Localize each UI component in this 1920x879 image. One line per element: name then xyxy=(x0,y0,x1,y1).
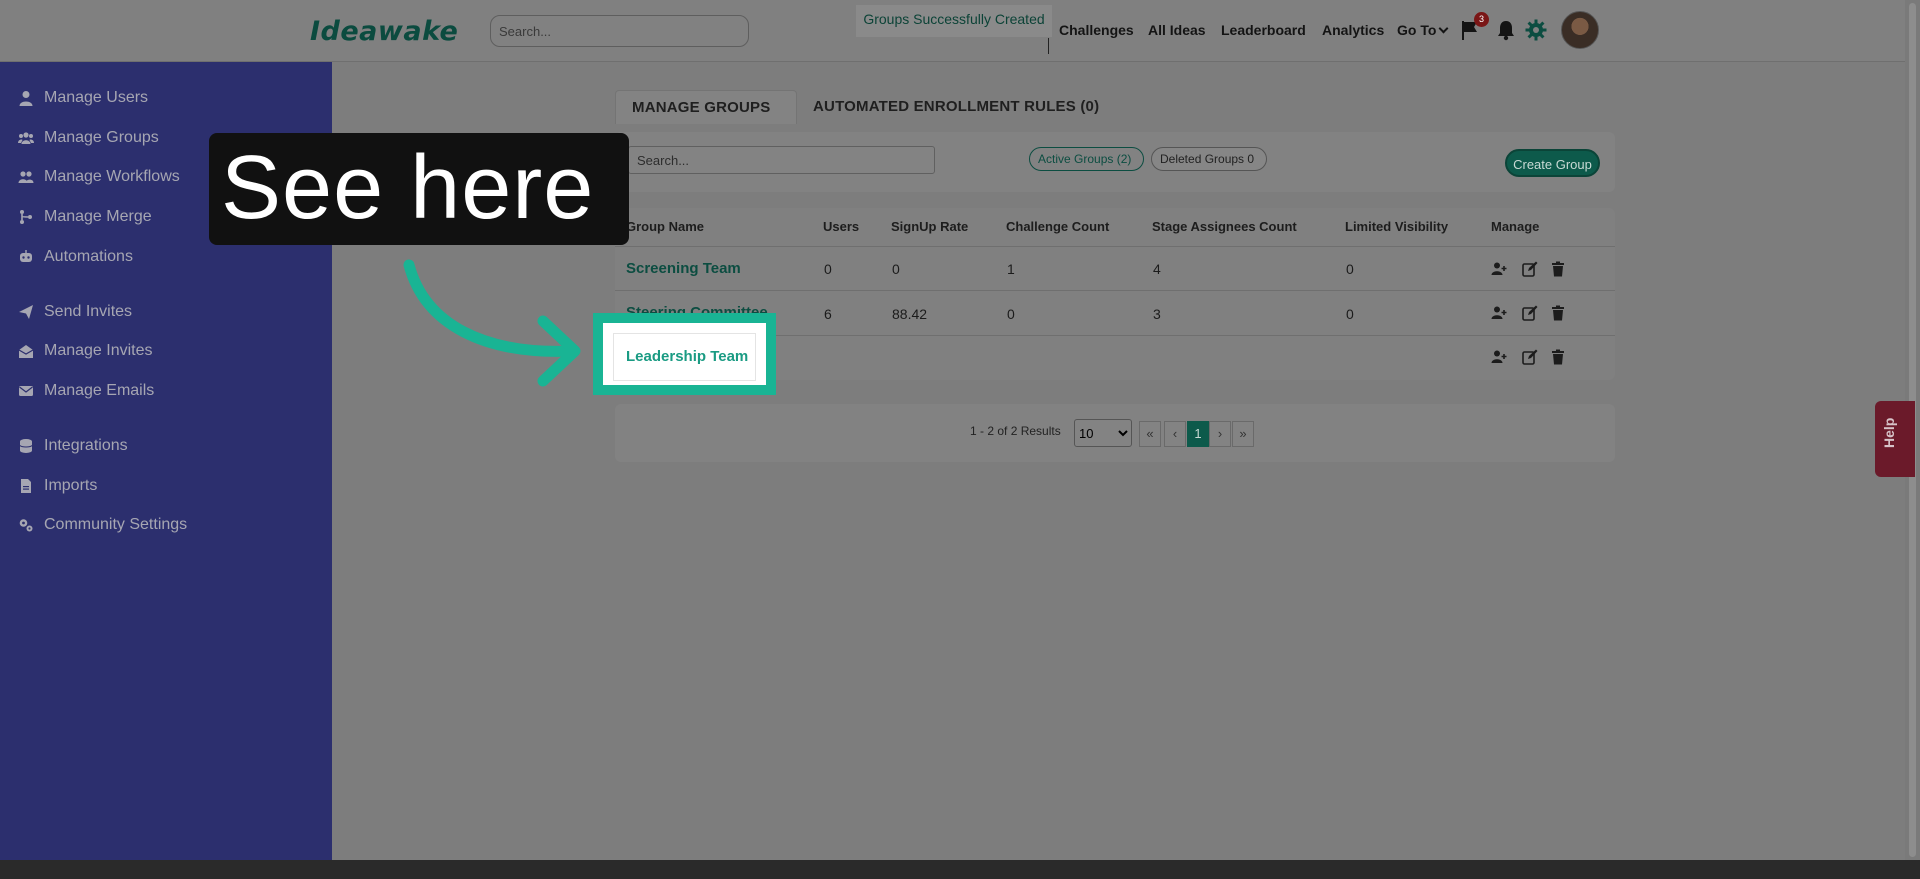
row-divider xyxy=(615,290,1615,291)
tab-manage-groups[interactable]: MANAGE GROUPS (2) xyxy=(615,90,797,150)
sidebar-item-label: Imports xyxy=(44,477,98,494)
table-cell-signup-rate: 0 xyxy=(892,261,900,277)
sidebar-item-label: Manage Users xyxy=(44,89,149,106)
merge-icon xyxy=(20,210,32,224)
sidebar-item-label: Integrations xyxy=(44,437,128,454)
deleted-groups-filter[interactable]: Deleted Groups 0 xyxy=(1151,147,1267,171)
column-header-users[interactable]: Users xyxy=(823,219,859,234)
sidebar-item-label: Manage Workflows xyxy=(44,168,180,185)
group-link-leadership-team[interactable]: Leadership Team xyxy=(626,348,748,365)
column-header-challenge-count[interactable]: Challenge Count xyxy=(1006,219,1109,234)
first-page-button[interactable]: « xyxy=(1139,421,1161,447)
envelope-icon xyxy=(19,386,33,396)
current-page-button[interactable]: 1 xyxy=(1187,421,1209,447)
add-user-icon[interactable] xyxy=(1491,349,1507,365)
toast-caret xyxy=(1048,38,1049,54)
table-cell-signup-rate: 88.42 xyxy=(892,306,928,322)
table-cell-stage-assignees: 4 xyxy=(1153,261,1161,277)
help-label: Help xyxy=(1881,417,1897,448)
sidebar-item-label: Manage Groups xyxy=(44,129,159,146)
sidebar-item-send-invites[interactable]: Send Invites xyxy=(18,303,132,321)
database-icon xyxy=(19,439,33,453)
column-header-stage-assignees-count[interactable]: Stage Assignees Count xyxy=(1152,219,1297,234)
edit-icon[interactable] xyxy=(1522,305,1538,321)
prev-page-button[interactable]: ‹ xyxy=(1164,421,1186,447)
paper-plane-icon xyxy=(19,305,33,319)
last-page-button[interactable]: » xyxy=(1232,421,1254,447)
envelope-open-icon xyxy=(18,345,34,358)
sidebar-item-manage-emails[interactable]: Manage Emails xyxy=(18,382,154,400)
trash-icon[interactable] xyxy=(1550,261,1566,277)
edit-icon[interactable] xyxy=(1522,349,1538,365)
sidebar-item-label: Automations xyxy=(44,248,133,265)
file-icon xyxy=(21,479,31,493)
success-toast: Groups Successfully Created xyxy=(856,5,1052,37)
create-group-button[interactable]: Create Group xyxy=(1505,149,1600,177)
users-icon xyxy=(18,132,34,144)
nav-leaderboard[interactable]: Leaderboard xyxy=(1221,22,1306,38)
table-cell-limited-visibility: 0 xyxy=(1346,261,1354,277)
sidebar-item-community-settings[interactable]: Community Settings xyxy=(18,516,187,534)
nav-analytics[interactable]: Analytics xyxy=(1322,22,1384,38)
gear-icon[interactable] xyxy=(1525,19,1547,41)
next-page-button[interactable]: › xyxy=(1209,421,1231,447)
trash-icon[interactable] xyxy=(1550,349,1566,365)
column-header-signup-rate[interactable]: SignUp Rate xyxy=(891,219,968,234)
column-header-manage: Manage xyxy=(1491,219,1540,234)
sidebar-item-imports[interactable]: Imports xyxy=(18,477,97,495)
row-divider xyxy=(615,246,1615,247)
annotation-callout-text: See here xyxy=(221,138,595,238)
add-user-icon[interactable] xyxy=(1491,305,1507,321)
group-link-screening-team[interactable]: Screening Team xyxy=(626,260,741,277)
sidebar-item-manage-workflows[interactable]: Manage Workflows xyxy=(18,168,180,186)
sidebar-item-manage-groups[interactable]: Manage Groups xyxy=(18,129,159,147)
notification-badge: 3 xyxy=(1474,12,1489,27)
user-icon xyxy=(19,91,33,106)
add-user-icon[interactable] xyxy=(1491,261,1507,277)
column-header-limited-visibility[interactable]: Limited Visibility xyxy=(1345,219,1448,234)
sidebar-item-label: Community Settings xyxy=(44,516,188,533)
nav-challenges[interactable]: Challenges xyxy=(1059,22,1134,38)
workflow-icon xyxy=(18,171,34,183)
annotation-arrow-icon xyxy=(403,259,581,387)
page-size-select[interactable]: 10 xyxy=(1074,419,1132,447)
sidebar-item-label: Send Invites xyxy=(44,303,133,320)
sidebar-item-manage-invites[interactable]: Manage Invites xyxy=(18,342,153,360)
global-search-input[interactable] xyxy=(490,15,749,47)
top-header: Ideawake Groups Successfully Created Cha… xyxy=(0,0,1920,62)
logo[interactable]: Ideawake xyxy=(310,16,458,47)
nav-all-ideas[interactable]: All Ideas xyxy=(1148,22,1206,38)
sidebar-item-label: Manage Emails xyxy=(44,382,155,399)
nav-go-to[interactable]: Go To xyxy=(1397,22,1449,38)
table-cell-users: 0 xyxy=(824,261,832,277)
sidebar-item-label: Manage Merge xyxy=(44,208,152,225)
bell-icon[interactable] xyxy=(1496,19,1516,41)
table-cell-stage-assignees: 3 xyxy=(1153,306,1161,322)
results-count: 1 - 2 of 2 Results xyxy=(970,424,1061,438)
sidebar-item-integrations[interactable]: Integrations xyxy=(18,437,128,455)
sidebar-item-label: Manage Invites xyxy=(44,342,153,359)
avatar[interactable] xyxy=(1561,11,1599,49)
robot-icon xyxy=(20,250,32,262)
groups-search-input[interactable] xyxy=(628,146,935,174)
footer xyxy=(0,860,1920,879)
sidebar-item-manage-users[interactable]: Manage Users xyxy=(18,89,148,107)
gears-icon xyxy=(19,519,33,532)
table-cell-challenge-count: 1 xyxy=(1007,261,1015,277)
chevron-down-icon xyxy=(1438,23,1449,34)
table-cell-users: 6 xyxy=(824,306,832,322)
active-groups-filter[interactable]: Active Groups (2) xyxy=(1029,147,1144,171)
sidebar-item-automations[interactable]: Automations xyxy=(18,248,133,266)
nav-go-to-label: Go To xyxy=(1397,22,1437,38)
table-cell-challenge-count: 0 xyxy=(1007,306,1015,322)
column-header-group-name[interactable]: Group Name xyxy=(626,219,704,234)
tab-automated-enrollment-rules[interactable]: AUTOMATED ENROLLMENT RULES (0) xyxy=(797,90,1115,124)
trash-icon[interactable] xyxy=(1550,305,1566,321)
table-cell-limited-visibility: 0 xyxy=(1346,306,1354,322)
sidebar-item-manage-merge[interactable]: Manage Merge xyxy=(18,208,152,226)
edit-icon[interactable] xyxy=(1522,261,1538,277)
